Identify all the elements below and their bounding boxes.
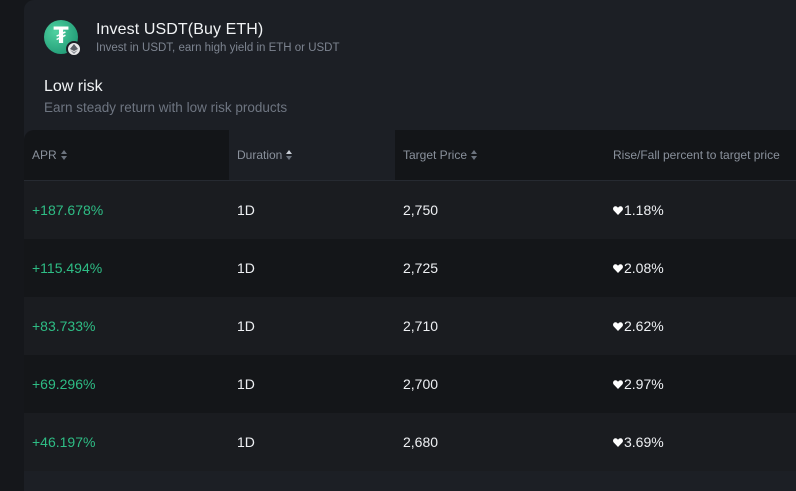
- rise-fall-value: 2.08%: [613, 239, 664, 297]
- invest-panel: ₮ Invest USDT(Buy ETH) Invest in USDT, e…: [24, 0, 796, 491]
- section-title: Low risk: [44, 78, 103, 95]
- apr-header-label: APR: [32, 148, 57, 162]
- rise-fall-text: 2.08%: [624, 260, 664, 276]
- rise-fall-header: Rise/Fall percent to target price: [613, 130, 780, 180]
- duration-value: 1D: [237, 318, 255, 334]
- rise-fall-value: 2.97%: [613, 355, 664, 413]
- products-table: APR Duration Target Price Rise/Fall perc…: [24, 130, 796, 491]
- duration-value: 1D: [237, 202, 255, 218]
- table-row[interactable]: +83.733% 1D 2,710 2.62%: [24, 297, 796, 355]
- rise-fall-text: 3.69%: [624, 434, 664, 450]
- apr-value: +115.494%: [32, 260, 103, 276]
- table-row[interactable]: +115.494% 1D 2,725 2.08%: [24, 239, 796, 297]
- usdt-coin-icon: ₮: [44, 20, 82, 57]
- product-header[interactable]: ₮ Invest USDT(Buy ETH) Invest in USDT, e…: [44, 17, 340, 57]
- table-row[interactable]: +69.296% 1D 2,700 2.97%: [24, 355, 796, 413]
- duration-value: 1D: [237, 260, 255, 276]
- duration-value: 1D: [237, 434, 255, 450]
- target-price-sort-header[interactable]: Target Price: [403, 130, 478, 180]
- duration-header-label: Duration: [237, 148, 283, 162]
- apr-value: +46.197%: [32, 434, 96, 450]
- rise-fall-value: 1.18%: [613, 181, 664, 239]
- down-heart-icon: [613, 379, 623, 389]
- table-footer-space: [24, 471, 796, 491]
- rise-fall-text: 1.18%: [624, 202, 664, 218]
- target-price-value: 2,680: [403, 434, 439, 450]
- table-row[interactable]: +187.678% 1D 2,750 1.18%: [24, 181, 796, 239]
- rise-fall-text: 2.62%: [624, 318, 664, 334]
- target-price-value: 2,725: [403, 260, 439, 276]
- table-header: APR Duration Target Price Rise/Fall perc…: [24, 130, 796, 181]
- duration-sort-header[interactable]: Duration: [237, 130, 293, 180]
- product-title: Invest USDT(Buy ETH): [96, 20, 264, 38]
- rise-fall-header-label: Rise/Fall percent to target price: [613, 148, 780, 162]
- eth-badge-icon: [66, 41, 82, 57]
- rise-fall-text: 2.97%: [624, 376, 664, 392]
- rise-fall-value: 3.69%: [613, 413, 664, 471]
- down-heart-icon: [613, 263, 623, 273]
- target-price-header-label: Target Price: [403, 148, 468, 162]
- product-subtitle: Invest in USDT, earn high yield in ETH o…: [96, 41, 340, 54]
- rise-fall-value: 2.62%: [613, 297, 664, 355]
- down-heart-icon: [613, 205, 623, 215]
- target-price-value: 2,750: [403, 202, 439, 218]
- table-row[interactable]: +46.197% 1D 2,680 3.69%: [24, 413, 796, 471]
- sort-icon: [286, 150, 293, 160]
- down-heart-icon: [613, 437, 623, 447]
- apr-value: +69.296%: [32, 376, 96, 392]
- down-heart-icon: [613, 321, 623, 331]
- section-subtitle: Earn steady return with low risk product…: [44, 100, 288, 115]
- target-price-value: 2,710: [403, 318, 439, 334]
- apr-value: +83.733%: [32, 318, 96, 334]
- apr-value: +187.678%: [32, 202, 104, 218]
- sort-icon: [471, 150, 478, 160]
- sort-icon: [60, 150, 67, 160]
- apr-sort-header[interactable]: APR: [32, 130, 67, 180]
- target-price-value: 2,700: [403, 376, 439, 392]
- duration-value: 1D: [237, 376, 255, 392]
